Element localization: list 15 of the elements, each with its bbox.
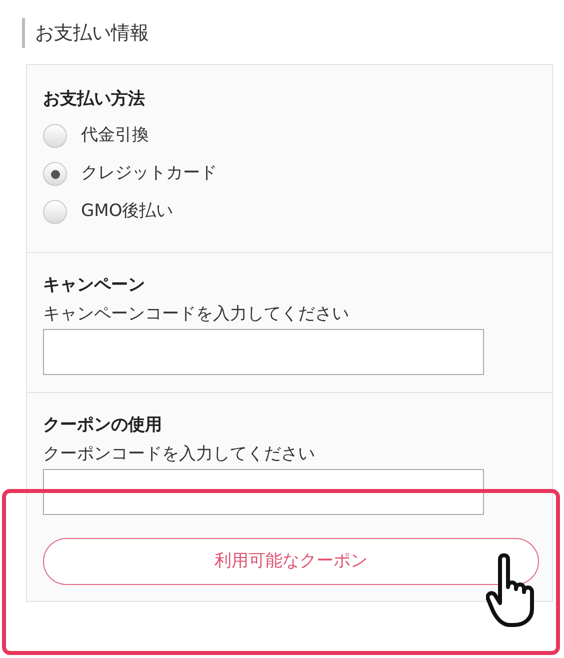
radio-button[interactable] (43, 162, 67, 186)
hint-text: クーポンコードを入力してください (43, 443, 316, 466)
radio-button[interactable] (43, 124, 67, 148)
hint-text: キャンペーンコードを入力してください (43, 303, 350, 326)
section-title: クーポンの使用 (43, 414, 163, 437)
section-title: キャンペーン (43, 274, 146, 297)
input-field[interactable] (43, 469, 484, 515)
input-field[interactable] (43, 329, 484, 375)
section-heading: お支払い情報 (35, 20, 149, 46)
radio-label: クレジットカード (81, 162, 217, 186)
available-coupons-button[interactable]: 利用可能なクーポン (43, 538, 539, 585)
radio-label: GMO後払い (81, 200, 174, 224)
radio-button[interactable] (43, 200, 67, 224)
radio-label: 代金引換 (81, 124, 149, 148)
section-title: お支払い方法 (43, 88, 146, 111)
